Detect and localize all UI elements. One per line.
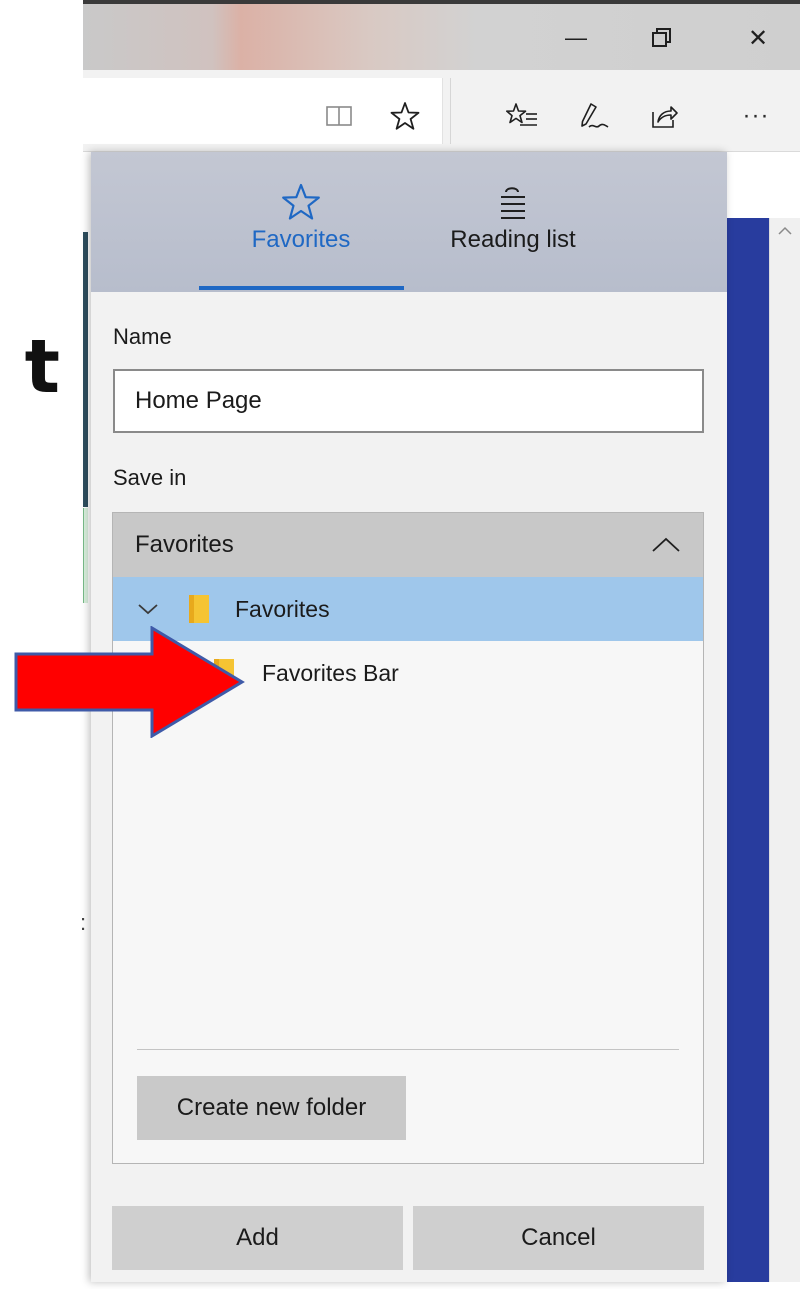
- create-new-folder-button[interactable]: Create new folder: [137, 1076, 406, 1140]
- tree-item-favorites-label: Favorites: [235, 595, 330, 622]
- name-input[interactable]: [113, 369, 704, 433]
- minimize-icon: —: [565, 25, 587, 50]
- add-favorite-button[interactable]: [380, 86, 430, 146]
- tab-favorites-label: Favorites: [251, 226, 351, 253]
- more-button[interactable]: ···: [726, 86, 786, 146]
- save-in-label: Save in: [113, 465, 187, 490]
- window-title-bar: [83, 0, 800, 70]
- scroll-up-arrow[interactable]: [769, 218, 800, 244]
- page-heading-fragment: t: [24, 324, 60, 410]
- picker-divider: [137, 1049, 679, 1050]
- close-button[interactable]: ✕: [731, 8, 785, 68]
- tab-favorites[interactable]: Favorites: [199, 160, 403, 290]
- tree-item-favorites-bar-label: Favorites Bar: [262, 659, 399, 686]
- add-button[interactable]: Add: [112, 1206, 403, 1270]
- page-green-edge: [83, 508, 88, 603]
- reading-view-button[interactable]: [314, 86, 364, 146]
- chevron-up-icon: [652, 537, 680, 552]
- favorites-hub-icon: [506, 103, 537, 126]
- reading-list-icon: [501, 187, 525, 219]
- chevron-up-icon: [777, 226, 792, 235]
- restore-icon: [652, 28, 671, 47]
- share-icon: [652, 106, 678, 128]
- active-tab-indicator: [199, 286, 404, 290]
- star-icon: [390, 102, 420, 130]
- page-scrollbar[interactable]: [769, 218, 800, 1282]
- save-in-selected-folder: Favorites: [135, 531, 234, 558]
- star-outline-icon: [282, 183, 320, 220]
- hub-button[interactable]: [497, 86, 547, 146]
- share-button[interactable]: [639, 86, 689, 146]
- page-text-fragment: :: [80, 910, 87, 935]
- chevron-down-icon: [138, 604, 158, 615]
- more-icon: ···: [742, 102, 770, 129]
- page-image-edge: [83, 232, 88, 507]
- folder-icon: [189, 595, 209, 623]
- web-note-icon: [581, 103, 609, 128]
- minimize-button[interactable]: —: [549, 8, 603, 68]
- cancel-button[interactable]: Cancel: [413, 1206, 704, 1270]
- restore-button[interactable]: [635, 8, 689, 68]
- reading-view-icon: [326, 106, 352, 126]
- tab-reading-list[interactable]: Reading list: [411, 160, 615, 290]
- name-label: Name: [113, 324, 172, 349]
- page-blue-band: [727, 218, 769, 1282]
- close-icon: ✕: [747, 24, 769, 52]
- toolbar-divider: [450, 78, 451, 144]
- save-in-dropdown-header[interactable]: Favorites: [113, 513, 703, 577]
- tab-reading-list-label: Reading list: [450, 226, 576, 253]
- hub-header: [91, 152, 727, 292]
- web-note-button[interactable]: [569, 86, 619, 146]
- red-arrow-annotation: [14, 626, 245, 738]
